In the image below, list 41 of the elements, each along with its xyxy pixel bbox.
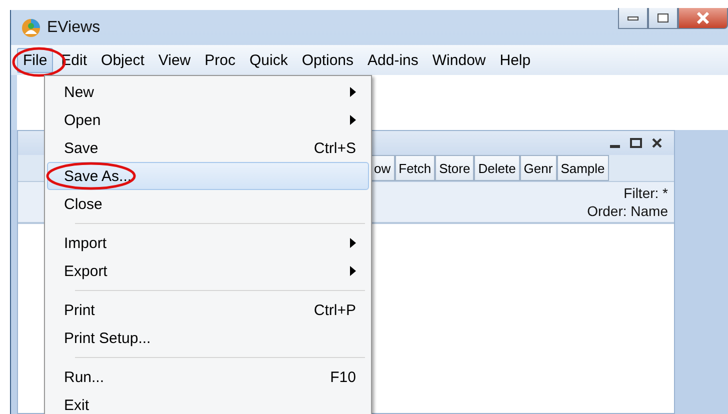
order-label: Order: Name bbox=[587, 203, 668, 219]
menu-option[interactable]: Exit bbox=[47, 391, 369, 414]
window-title: EViews bbox=[47, 18, 100, 36]
menu-option[interactable]: Import bbox=[47, 229, 369, 257]
menu-item[interactable]: Quick bbox=[243, 48, 294, 72]
minimize-button[interactable] bbox=[618, 8, 648, 29]
menu-option[interactable]: Close bbox=[47, 190, 369, 218]
toolbar-button[interactable]: Fetch bbox=[394, 155, 436, 181]
menu-item[interactable]: Help bbox=[494, 48, 537, 72]
submenu-arrow-icon bbox=[350, 115, 356, 125]
maximize-icon bbox=[657, 13, 669, 23]
menu-item[interactable]: View bbox=[152, 48, 197, 72]
menu-option[interactable]: Save As... bbox=[47, 162, 369, 190]
submenu-arrow-icon bbox=[350, 266, 356, 276]
app-logo-icon bbox=[21, 18, 41, 38]
filter-label: Filter: * bbox=[624, 185, 668, 201]
menu-option[interactable]: Run... F10 bbox=[47, 363, 369, 391]
menu-option[interactable]: Print Setup... bbox=[47, 324, 369, 352]
menu-item[interactable]: Window bbox=[426, 48, 492, 72]
maximize-icon[interactable] bbox=[630, 138, 642, 148]
menu-option[interactable]: Export bbox=[47, 257, 369, 285]
maximize-button[interactable] bbox=[648, 8, 678, 29]
toolbar-button[interactable]: Genr bbox=[520, 155, 557, 181]
close-button[interactable] bbox=[678, 8, 728, 29]
toolbar-button[interactable]: Store bbox=[435, 155, 474, 181]
menu-item[interactable]: Options bbox=[296, 48, 360, 72]
menu-option[interactable]: Open bbox=[47, 106, 369, 134]
menu-item[interactable]: Add-ins bbox=[362, 48, 424, 72]
close-icon bbox=[696, 12, 710, 24]
submenu-arrow-icon bbox=[350, 238, 356, 248]
toolbar-button[interactable]: ow bbox=[370, 155, 395, 181]
menu-item[interactable]: Object bbox=[95, 48, 150, 72]
menu-option[interactable]: Print Ctrl+P bbox=[47, 296, 369, 324]
close-icon[interactable] bbox=[652, 138, 662, 148]
menu-option[interactable]: New bbox=[47, 78, 369, 106]
menu-option[interactable]: Save Ctrl+S bbox=[47, 134, 369, 162]
toolbar-button[interactable]: Delete bbox=[474, 155, 520, 181]
minimize-icon bbox=[627, 15, 639, 21]
submenu-arrow-icon bbox=[350, 87, 356, 97]
toolbar-button[interactable]: Sample bbox=[556, 155, 609, 181]
menu-item[interactable]: Proc bbox=[198, 48, 242, 72]
